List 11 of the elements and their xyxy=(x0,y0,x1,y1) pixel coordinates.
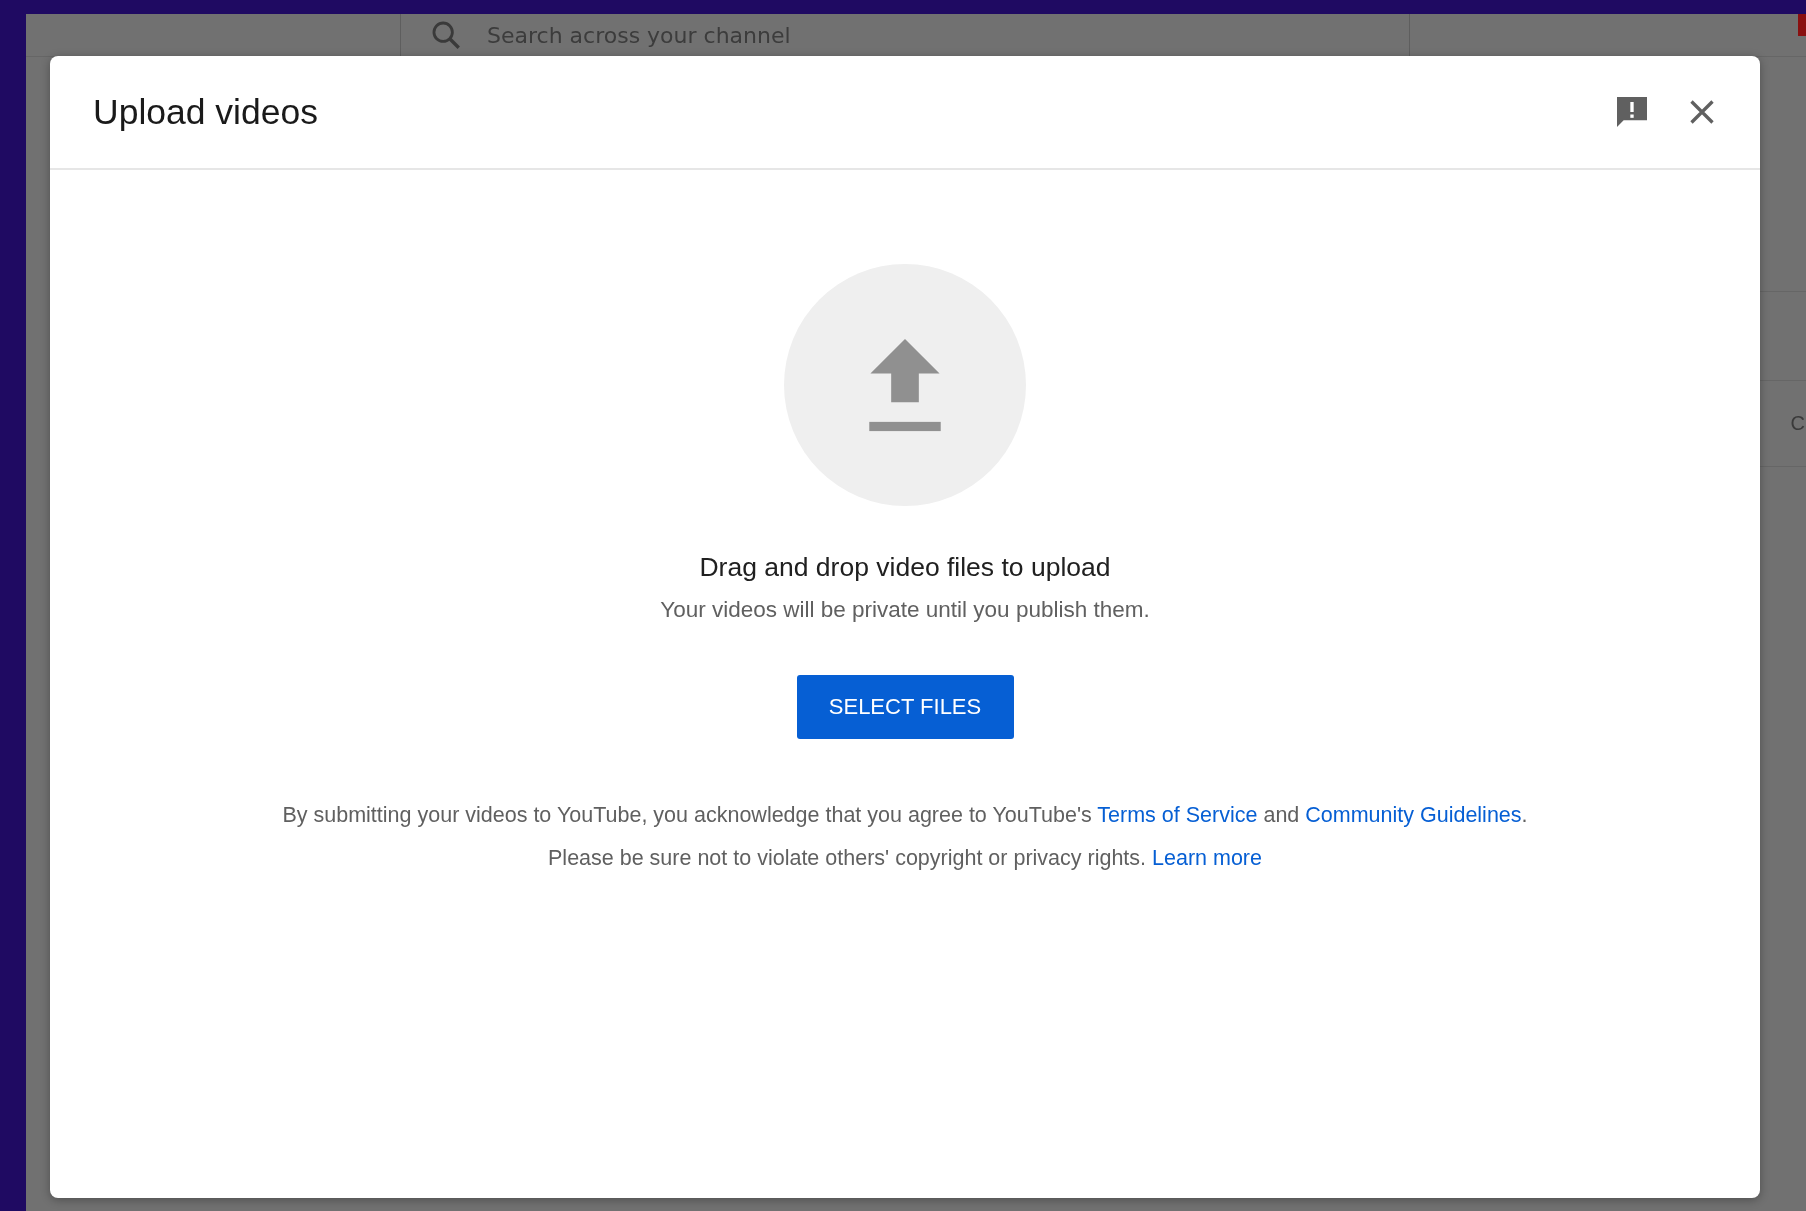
link[interactable]: Terms of Service xyxy=(1097,803,1258,827)
privacy-note: Your videos will be private until you publish them. xyxy=(660,597,1150,623)
drop-instruction: Drag and drop video files to upload xyxy=(699,552,1111,583)
legal-text: By submitting your videos to YouTube, you acknowledge that you agree to YouTube's Terms of Service and Community Guidelines. xyxy=(282,803,1528,828)
dialog-title: Upload videos xyxy=(93,91,319,133)
link[interactable]: Learn more xyxy=(1152,846,1262,870)
upload-icon[interactable] xyxy=(784,264,1026,506)
select-files-button[interactable]: SELECT FILES xyxy=(796,675,1014,739)
legal-text: Please be sure not to violate others' copyright or privacy rights. Learn more xyxy=(548,846,1262,871)
link[interactable]: Community Guidelines xyxy=(1305,803,1522,827)
table-text: C xyxy=(1790,412,1806,435)
